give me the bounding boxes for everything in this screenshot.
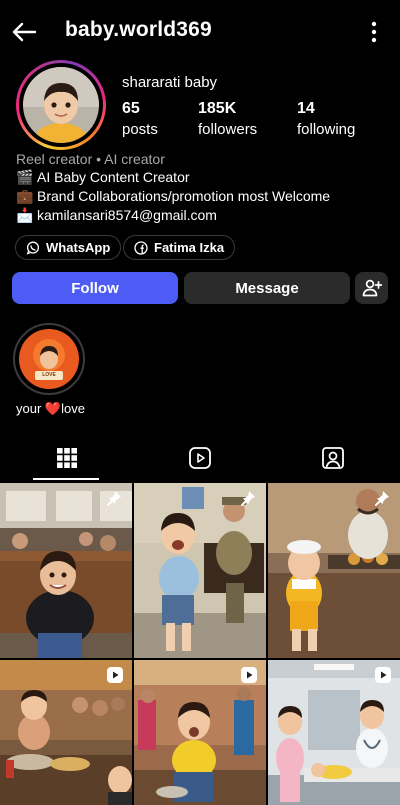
highlight-cover: LOVE [19,329,79,389]
profile-category: Reel creator • AI creator [16,151,165,167]
add-user-icon [362,279,382,297]
back-arrow-icon[interactable] [10,18,38,46]
tab-reels[interactable] [133,436,266,480]
post-thumbnail[interactable] [268,483,400,658]
pin-icon [375,491,389,506]
whatsapp-link-chip[interactable]: WhatsApp [15,235,122,260]
facebook-link-label: Fatima Izka [154,240,225,255]
heart-icon: ❤️ [44,401,62,416]
post-thumbnail[interactable] [0,660,132,805]
tab-posts[interactable] [0,436,133,480]
display-name: shararati baby [122,74,218,91]
message-button[interactable]: Message [184,272,350,304]
followers-count[interactable]: 185K followers [198,100,257,138]
top-bar: baby.world369 [0,0,400,64]
more-options-icon[interactable] [370,20,378,44]
grid-icon [56,448,77,468]
profile-tabs [0,436,400,480]
post-thumbnail[interactable] [134,483,266,658]
following-count[interactable]: 14 following [297,100,355,138]
highlight-cover-text: LOVE [42,372,56,378]
reels-icon [188,447,211,469]
briefcase-icon: 💼 [16,188,34,204]
post-thumbnail[interactable] [134,660,266,805]
pin-icon [241,491,255,506]
tab-tagged[interactable] [266,436,399,480]
reel-icon [375,667,391,683]
bio-line: 💼 Brand Collaborations/promotion most Wel… [16,188,331,204]
story-highlight[interactable]: LOVE [13,323,85,395]
avatar[interactable] [16,60,106,150]
active-tab-indicator [33,478,99,480]
whatsapp-link-label: WhatsApp [46,240,111,255]
post-thumbnail[interactable] [268,660,400,805]
posts-count: 65 posts [122,100,158,138]
avatar-image [23,67,99,143]
profile-username: baby.world369 [65,18,212,41]
follow-button[interactable]: Follow [12,272,178,304]
bio-email[interactable]: 📩 kamilansari8574@gmail.com [16,206,217,224]
facebook-icon [134,240,148,255]
clapperboard-icon: 🎬 [16,169,34,185]
tagged-icon [321,447,344,469]
highlight-label: your ❤️love [16,401,85,416]
facebook-link-chip[interactable]: Fatima Izka [123,235,236,260]
pin-icon [107,491,121,506]
envelope-icon: 📩 [16,207,34,223]
reel-icon [241,667,257,683]
reel-icon [107,667,123,683]
whatsapp-icon [26,241,40,255]
suggest-accounts-button[interactable] [355,272,388,304]
post-thumbnail[interactable] [0,483,132,658]
bio-line: 🎬 AI Baby Content Creator [16,169,190,185]
